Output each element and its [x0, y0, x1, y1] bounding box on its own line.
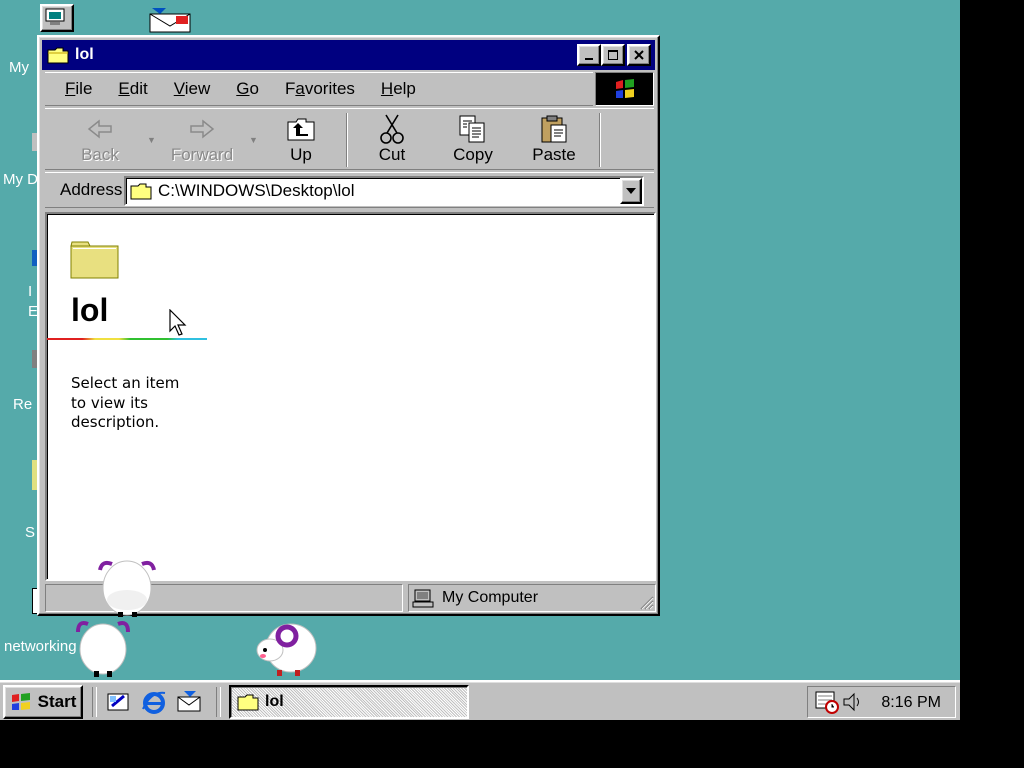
sheep-pet-icon	[98, 560, 156, 617]
address-label: Address	[60, 180, 123, 199]
desktop-label-my-computer[interactable]: My	[9, 59, 29, 76]
toolbar-separator	[599, 113, 601, 167]
minimize-icon	[585, 58, 593, 60]
folder-icon	[130, 183, 152, 200]
clock[interactable]: 8:16 PM	[881, 694, 941, 712]
large-folder-icon	[70, 241, 119, 279]
paste-button[interactable]: Paste	[530, 113, 578, 169]
menu-help[interactable]: Help	[381, 79, 416, 99]
outlook-express-button[interactable]	[175, 688, 203, 716]
show-desktop-button[interactable]	[105, 688, 133, 716]
mouse-cursor-icon	[169, 309, 187, 336]
forward-button[interactable]: Forward	[169, 113, 235, 169]
status-pane-zone: My Computer	[408, 584, 656, 612]
windows-flag-icon	[11, 693, 30, 710]
standard-toolbar: Back ▼ Forward ▼ Up Cut Copy Paste	[45, 108, 654, 170]
inbox-icon[interactable]	[146, 4, 192, 34]
taskbar-button-label: lol	[265, 693, 284, 710]
taskbar: Start lol 8:16 PM	[0, 680, 960, 720]
caption-buttons	[577, 44, 651, 66]
copy-button[interactable]: Copy	[450, 113, 496, 169]
my-computer-icon[interactable]	[40, 4, 74, 32]
scissors-icon	[380, 114, 404, 144]
window-title: lol	[75, 46, 94, 63]
my-computer-icon	[412, 589, 434, 608]
desktop-label-my-documents[interactable]: My D	[3, 171, 38, 188]
copy-icon	[459, 115, 485, 143]
title-bar[interactable]: lol	[42, 40, 655, 70]
maximize-button[interactable]	[601, 44, 625, 66]
start-label: Start	[37, 692, 77, 711]
menu-file[interactable]: File	[65, 79, 92, 99]
sheep-pet-icon	[256, 623, 317, 676]
menu-bar: File Edit View Go Favorites Help	[45, 72, 593, 106]
outlook-express-icon	[177, 691, 201, 712]
up-button[interactable]: Up	[281, 113, 321, 169]
chevron-down-icon	[626, 188, 636, 194]
menu-favorites[interactable]: Favorites	[285, 79, 355, 99]
selection-description: Select an item to view its description.	[71, 374, 180, 431]
scheduler-icon[interactable]	[814, 690, 840, 714]
desktop-label-setup[interactable]: S	[25, 524, 35, 541]
address-input[interactable]: C:\WINDOWS\Desktop\lol	[124, 176, 644, 206]
desktop-label-recycle-bin[interactable]: Re	[13, 396, 32, 413]
back-arrow-icon	[87, 119, 112, 139]
close-icon	[634, 50, 644, 60]
resize-grip-icon[interactable]	[638, 594, 654, 610]
taskbar-separator	[216, 687, 221, 717]
quick-launch-handle[interactable]	[92, 687, 97, 717]
forward-arrow-icon	[190, 119, 215, 139]
taskbar-button-lol[interactable]: lol	[229, 685, 469, 719]
internet-explorer-icon	[142, 691, 166, 714]
windows-flag-icon	[615, 79, 634, 98]
folder-content-pane[interactable]: lol Select an item to view its descripti…	[45, 212, 656, 581]
forward-dropdown-arrow[interactable]: ▼	[249, 135, 258, 145]
windows-logo-throbber	[595, 72, 654, 106]
zone-label: My Computer	[442, 589, 539, 606]
up-folder-icon	[287, 118, 315, 141]
folder-icon	[237, 694, 259, 711]
clipboard-paste-icon	[541, 115, 567, 143]
menu-go[interactable]: Go	[236, 79, 259, 99]
minimize-button[interactable]	[577, 44, 601, 66]
cut-button[interactable]: Cut	[371, 113, 413, 169]
internet-explorer-button[interactable]	[140, 688, 168, 716]
desktop-label-internet-explorer-1[interactable]: I	[28, 283, 32, 300]
address-value: C:\WINDOWS\Desktop\lol	[158, 181, 355, 200]
back-button[interactable]: Back	[75, 113, 125, 169]
desktop-label-networking[interactable]: networking	[4, 638, 77, 655]
explorer-window: lol File Edit View Go Favorites Help Bac…	[37, 35, 660, 616]
menu-view[interactable]: View	[174, 79, 211, 99]
address-bar: Address C:\WINDOWS\Desktop\lol	[45, 172, 654, 208]
toolbar-separator	[346, 113, 348, 167]
start-button[interactable]: Start	[3, 685, 83, 719]
system-tray: 8:16 PM	[807, 686, 956, 718]
maximize-icon	[608, 50, 618, 60]
show-desktop-icon	[107, 693, 129, 711]
sheep-pet-icon	[76, 621, 130, 677]
menu-edit[interactable]: Edit	[118, 79, 147, 99]
close-button[interactable]	[627, 44, 651, 66]
address-dropdown-button[interactable]	[620, 178, 642, 204]
back-dropdown-arrow[interactable]: ▼	[147, 135, 156, 145]
volume-icon[interactable]	[842, 691, 864, 713]
folder-title-heading: lol	[71, 292, 109, 328]
folder-icon	[47, 47, 69, 64]
